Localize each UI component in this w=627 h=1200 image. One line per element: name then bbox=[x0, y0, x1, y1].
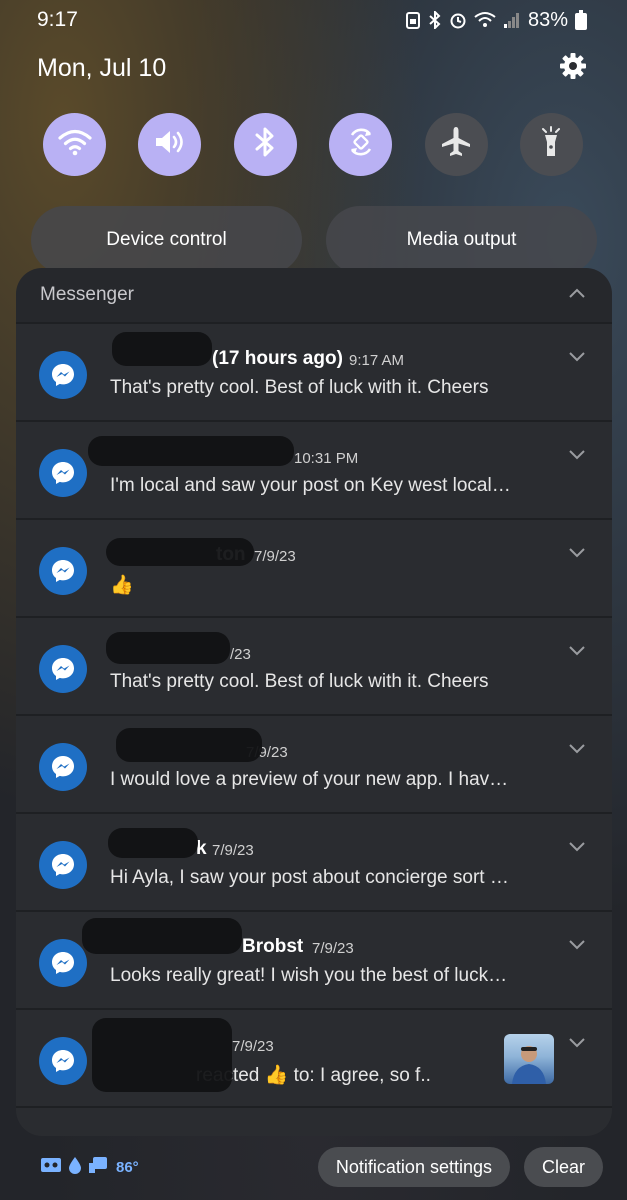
notification-item[interactable]: (17 hours ago) 9:17 AM That's pretty coo… bbox=[16, 322, 612, 420]
bluetooth-icon bbox=[428, 11, 442, 29]
settings-gear-icon[interactable] bbox=[559, 52, 587, 85]
airplane-icon bbox=[439, 125, 473, 164]
notification-item[interactable]: ton 7/9/23 👍 bbox=[16, 518, 612, 616]
redaction-scribble bbox=[116, 728, 262, 762]
notification-time: 7/9/23 bbox=[232, 1038, 274, 1055]
quick-settings bbox=[43, 113, 583, 176]
notification-time: 7/9/23 bbox=[212, 842, 254, 859]
redaction-scribble bbox=[108, 828, 198, 858]
notification-time: 9:17 AM bbox=[349, 352, 405, 369]
messenger-icon bbox=[39, 743, 87, 791]
notification-sender: Brobst bbox=[242, 936, 304, 957]
bottom-bar: 86° Notification settings Clear bbox=[40, 1146, 603, 1188]
date-row: Mon, Jul 10 bbox=[37, 50, 587, 86]
flashlight-icon bbox=[538, 125, 564, 164]
notification-message: That's pretty cool. Best of luck with it… bbox=[110, 671, 489, 692]
redaction-scribble bbox=[106, 632, 230, 664]
device-control-button[interactable]: Device control bbox=[31, 206, 302, 274]
notification-time: 7/9/23 bbox=[254, 548, 296, 565]
expand-chevron-down-icon[interactable] bbox=[568, 546, 586, 564]
clear-button[interactable]: Clear bbox=[523, 1147, 603, 1187]
messenger-icon bbox=[39, 547, 87, 595]
wifi-toggle[interactable] bbox=[43, 113, 106, 176]
redaction-scribble bbox=[112, 332, 212, 366]
notification-message: I would love a preview of your new app. … bbox=[110, 769, 509, 790]
media-output-button[interactable]: Media output bbox=[326, 206, 597, 274]
notification-message: Looks really great! I wish you the best … bbox=[110, 965, 508, 986]
rotate-icon bbox=[345, 126, 377, 163]
reaction-thumbnail-image bbox=[504, 1034, 554, 1084]
notification-time: 10:31 PM bbox=[294, 450, 359, 467]
expand-chevron-down-icon[interactable] bbox=[568, 644, 586, 662]
notification-item[interactable]: 7/9/23 reacted 👍 to: I agree, so f.. bbox=[16, 1008, 612, 1106]
redaction-scribble bbox=[92, 1018, 232, 1092]
notification-item[interactable]: 7/9/23 I would love a preview of your ne… bbox=[16, 714, 612, 812]
voicemail-icon bbox=[40, 1157, 62, 1177]
battery-icon bbox=[575, 10, 587, 30]
notification-item[interactable]: 10:31 PM I'm local and saw your post on … bbox=[16, 420, 612, 518]
notification-message: I'm local and saw your post on Key west … bbox=[110, 475, 511, 496]
status-time: 9:17 bbox=[37, 8, 78, 31]
vpn-lock-icon bbox=[405, 11, 421, 29]
signal-icon bbox=[503, 11, 521, 29]
collapse-chevron-up-icon[interactable] bbox=[568, 286, 586, 304]
notification-item[interactable]: /23 That's pretty cool. Best of luck wit… bbox=[16, 616, 612, 714]
flashlight-toggle[interactable] bbox=[519, 113, 583, 176]
notification-time: 7/9/23 bbox=[312, 940, 354, 957]
expand-chevron-down-icon[interactable] bbox=[568, 350, 586, 368]
messenger-icon bbox=[39, 645, 87, 693]
notification-message: Hi Ayla, I saw your post about concierge… bbox=[110, 867, 509, 888]
notification-settings-button[interactable]: Notification settings bbox=[317, 1147, 510, 1187]
panel-actions: Notification settings Clear bbox=[317, 1147, 603, 1187]
notification-item-partial[interactable] bbox=[16, 1106, 612, 1136]
expand-chevron-down-icon[interactable] bbox=[568, 742, 586, 760]
temperature-label: 86° bbox=[116, 1158, 139, 1176]
app-group-title: Messenger bbox=[40, 284, 134, 305]
airplane-mode-toggle[interactable] bbox=[424, 113, 488, 176]
messenger-icon bbox=[39, 449, 87, 497]
speaker-icon bbox=[153, 128, 187, 161]
auto-rotate-toggle[interactable] bbox=[329, 113, 393, 176]
expand-chevron-down-icon[interactable] bbox=[568, 1036, 586, 1054]
weather-icon bbox=[88, 1155, 110, 1179]
messenger-icon bbox=[39, 1037, 87, 1085]
messenger-icon bbox=[39, 939, 87, 987]
expand-chevron-down-icon[interactable] bbox=[568, 938, 586, 956]
date-label: Mon, Jul 10 bbox=[37, 53, 167, 82]
control-pills: Device control Media output bbox=[31, 206, 597, 274]
notification-message: reacted 👍 to: I agree, so f.. bbox=[196, 1065, 431, 1086]
notification-sender: (17 hours ago) bbox=[212, 348, 343, 369]
messenger-icon bbox=[39, 351, 87, 399]
status-glance: 86° bbox=[40, 1155, 139, 1179]
notification-item[interactable]: Brobst 7/9/23 Looks really great! I wish… bbox=[16, 910, 612, 1008]
wifi-icon bbox=[57, 128, 92, 161]
notification-message: 👍 bbox=[110, 575, 134, 596]
bluetooth-qs-icon bbox=[253, 127, 277, 162]
alarm-icon bbox=[449, 11, 467, 29]
bluetooth-toggle[interactable] bbox=[233, 113, 297, 176]
panel-header[interactable]: Messenger bbox=[16, 268, 612, 322]
redaction-scribble bbox=[106, 538, 254, 566]
notification-panel: Messenger (17 hours ago) 9:17 AM That's … bbox=[16, 268, 612, 1136]
redaction-scribble bbox=[88, 436, 294, 466]
battery-percent: 83% bbox=[527, 8, 568, 31]
notification-message: That's pretty cool. Best of luck with it… bbox=[110, 377, 489, 398]
status-icons: 83% bbox=[405, 9, 587, 32]
expand-chevron-down-icon[interactable] bbox=[568, 448, 586, 466]
notification-item[interactable]: k 7/9/23 Hi Ayla, I saw your post about … bbox=[16, 812, 612, 910]
water-drop-icon bbox=[68, 1156, 82, 1178]
messenger-icon bbox=[39, 841, 87, 889]
expand-chevron-down-icon[interactable] bbox=[568, 840, 586, 858]
redaction-scribble bbox=[82, 918, 242, 954]
sound-toggle[interactable] bbox=[138, 113, 202, 176]
status-bar: 9:17 83% bbox=[37, 6, 587, 34]
wifi-status-icon bbox=[474, 11, 496, 29]
notification-time: /23 bbox=[230, 646, 251, 663]
